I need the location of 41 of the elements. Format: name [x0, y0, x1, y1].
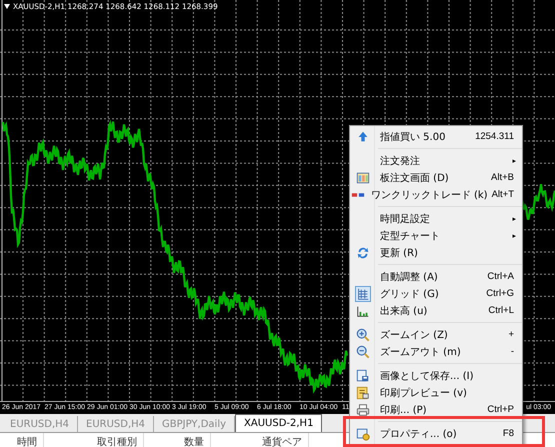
dropdown-triangle-icon[interactable] — [4, 4, 10, 9]
menu-item[interactable]: 画像として保存... (I) — [376, 368, 522, 382]
menu-item[interactable]: 自動調整 (A) — [376, 270, 484, 284]
menu-item[interactable]: 印刷プレビュー (v) — [376, 386, 522, 400]
printer-icon — [356, 402, 370, 416]
menu-item[interactable]: 指値買い 5.00 — [376, 130, 472, 144]
shortcut-label: Ctrl+L — [487, 305, 515, 316]
menu-item[interactable]: 定型チャート — [376, 228, 512, 242]
print-preview-icon — [356, 386, 370, 400]
menu-item[interactable]: グリッド (G) — [376, 286, 482, 300]
menu-item[interactable]: ワンクリックトレード (k) — [366, 188, 488, 202]
shortcut-label: Ctrl+P — [486, 404, 515, 415]
arrow-up-icon — [356, 130, 370, 144]
menu-item[interactable]: ズームアウト (m) — [376, 344, 507, 358]
shortcut-label: F8 — [502, 428, 515, 439]
shortcut-label: Ctrl+G — [485, 288, 515, 299]
column-header[interactable]: 取引種別 — [44, 433, 144, 447]
zoom-out-icon — [356, 344, 370, 358]
shortcut-label: Alt+T — [490, 189, 515, 200]
column-header[interactable]: 時間 — [0, 433, 44, 447]
menu-item[interactable]: 時間足設定 — [376, 212, 512, 226]
menu-item[interactable]: 印刷... (P) — [376, 402, 484, 416]
menu-item[interactable]: プロパティ... (o) — [376, 426, 499, 440]
refresh-icon — [356, 246, 370, 260]
menu-item[interactable]: 更新 (R) — [376, 246, 522, 260]
chart-tab[interactable]: XAUUSD-2,H1 — [235, 414, 322, 432]
shortcut-label: - — [510, 346, 515, 357]
column-header[interactable]: 数量 — [144, 433, 211, 447]
properties-icon — [356, 426, 370, 440]
image-save-icon — [356, 368, 370, 382]
column-header[interactable]: 通貨ペア — [211, 433, 309, 447]
shortcut-label: 1254.311 — [474, 131, 515, 142]
menu-item[interactable]: 出来高 (u) — [376, 304, 484, 318]
menu-item[interactable]: 注文発注 — [376, 154, 512, 168]
menu-item[interactable]: 板注文画面 (D) — [376, 170, 488, 184]
shortcut-label: + — [507, 329, 515, 340]
shortcut-label: Ctrl+A — [486, 271, 515, 282]
shortcut-label: Alt+B — [490, 172, 515, 183]
menu-item[interactable]: ズームイン (Z) — [376, 328, 504, 342]
zoom-in-icon — [356, 328, 370, 342]
table-icon — [356, 170, 370, 184]
